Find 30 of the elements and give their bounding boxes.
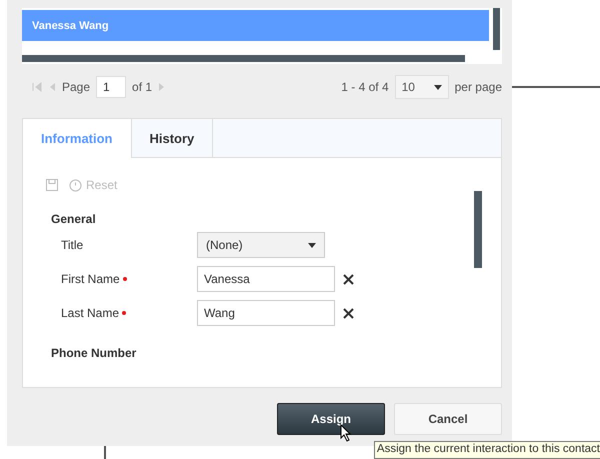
assign-button[interactable]: Assign	[277, 403, 385, 435]
page-label: Page	[62, 80, 90, 94]
page-count: of 1	[132, 80, 152, 94]
caret-icon	[308, 242, 316, 248]
scrollbar[interactable]	[493, 8, 500, 50]
title-dropdown[interactable]: (None)	[197, 232, 325, 258]
scrollbar[interactable]	[22, 55, 465, 62]
tooltip: Assign the current interaction to this contact	[374, 441, 600, 459]
field-label: Last Name	[61, 306, 120, 320]
previous-page-icon[interactable]	[48, 82, 56, 92]
cancel-button[interactable]: Cancel	[394, 403, 502, 435]
page-size-dropdown[interactable]: 10	[394, 75, 449, 99]
cursor-icon	[340, 424, 352, 442]
reset-icon	[69, 178, 82, 192]
field-label: First Name	[61, 272, 120, 286]
section-heading: Phone Number	[51, 346, 138, 360]
caret-icon	[434, 84, 442, 90]
section-heading: General	[51, 212, 97, 226]
next-page-icon[interactable]	[158, 82, 166, 92]
range-text: 1 - 4 of 4	[341, 80, 389, 94]
clear-icon[interactable]	[343, 274, 354, 284]
field-label: Title	[61, 238, 84, 252]
page-field[interactable]: 1	[96, 76, 126, 98]
input-field[interactable]: Vanessa	[197, 266, 335, 292]
clear-icon[interactable]	[343, 308, 354, 318]
scrollbar[interactable]	[474, 191, 482, 268]
per-page-label: per page	[454, 80, 502, 94]
input-field[interactable]: Wang	[197, 300, 335, 326]
first-page-icon[interactable]	[32, 82, 42, 92]
tab[interactable]: History	[132, 119, 214, 157]
